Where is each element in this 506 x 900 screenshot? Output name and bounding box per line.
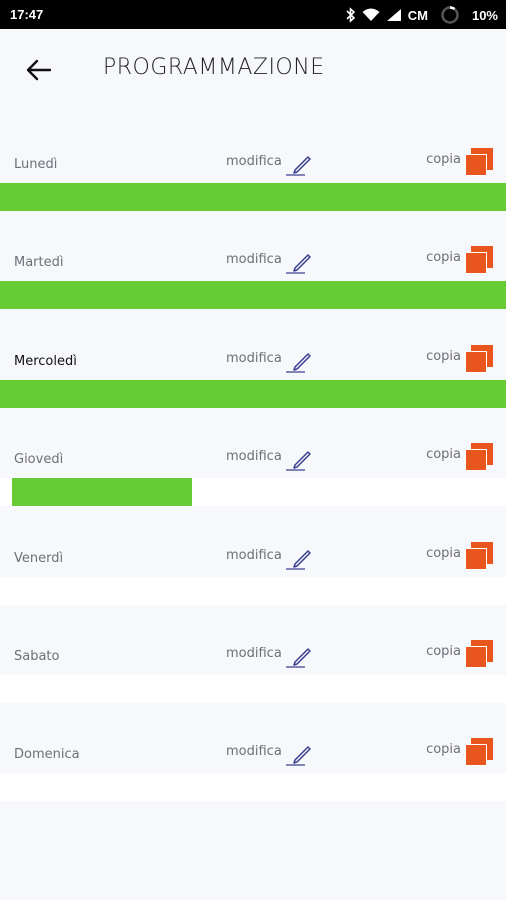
copy-button[interactable]: copia [426, 244, 494, 276]
day-row: Domenica modifica copia [0, 723, 506, 821]
status-time: 17:47 [10, 7, 44, 22]
copy-label: copia [426, 151, 461, 167]
battery-percent: 10% [471, 7, 498, 23]
copy-button[interactable]: copia [426, 441, 494, 473]
edit-label: modifica [226, 154, 282, 169]
edit-button[interactable]: modifica [226, 547, 314, 571]
schedule-track[interactable] [0, 675, 506, 703]
copy-button[interactable]: copia [426, 736, 494, 768]
copy-label: copia [426, 249, 461, 265]
schedule-bar [0, 183, 506, 211]
day-row: Sabato modifica copia [0, 625, 506, 723]
pencil-icon [285, 648, 311, 668]
day-name: Giovedì [14, 452, 64, 467]
edit-label: modifica [226, 646, 282, 661]
schedule-bar [0, 281, 506, 309]
schedule-track[interactable] [0, 183, 506, 211]
copy-button[interactable]: copia [426, 540, 494, 572]
day-row: Lunedì modifica copia [0, 133, 506, 231]
copy-label: copia [426, 643, 461, 659]
wifi-icon [362, 8, 380, 22]
copy-label: copia [426, 545, 461, 561]
schedule-track[interactable] [0, 478, 506, 506]
copy-button[interactable]: copia [426, 146, 494, 178]
day-row: Giovedì modifica copia [0, 428, 506, 526]
back-button[interactable] [24, 55, 54, 85]
day-name: Mercoledì [14, 354, 77, 369]
day-name: Sabato [14, 649, 60, 664]
edit-button[interactable]: modifica [226, 251, 314, 275]
pencil-icon [285, 156, 311, 176]
copy-label: copia [426, 446, 461, 462]
day-name: Venerdì [14, 551, 64, 566]
bluetooth-icon [346, 7, 356, 23]
day-row: Martedì modifica copia [0, 231, 506, 329]
schedule-track[interactable] [0, 281, 506, 309]
day-row: Venerdì modifica copia [0, 527, 506, 625]
pencil-icon [285, 746, 311, 766]
day-name: Lunedì [14, 157, 58, 172]
edit-label: modifica [226, 351, 282, 366]
edit-label: modifica [226, 252, 282, 267]
day-name: Martedì [14, 255, 64, 270]
arrow-left-icon [26, 59, 52, 81]
pencil-icon [285, 254, 311, 274]
day-row: Mercoledì modifica copia [0, 330, 506, 428]
copy-icon [465, 738, 493, 766]
copy-button[interactable]: copia [426, 638, 494, 670]
schedule-track[interactable] [0, 577, 506, 605]
copy-icon [465, 246, 493, 274]
status-icons: CM 10% [346, 5, 498, 25]
pencil-icon [285, 353, 311, 373]
schedule-track[interactable] [0, 773, 506, 801]
battery-ring-icon [440, 5, 460, 25]
carrier-label: CM [407, 7, 428, 23]
signal-icon [386, 8, 402, 22]
app-bar: PROGRAMMAZIONE [0, 29, 506, 109]
copy-label: copia [426, 741, 461, 757]
page-title: PROGRAMMAZIONE [103, 55, 325, 80]
schedule-bar [12, 478, 192, 506]
edit-button[interactable]: modifica [226, 743, 314, 767]
status-bar: 17:47 CM 10% [0, 0, 506, 29]
edit-button[interactable]: modifica [226, 448, 314, 472]
pencil-icon [285, 550, 311, 570]
edit-button[interactable]: modifica [226, 350, 314, 374]
copy-label: copia [426, 348, 461, 364]
copy-icon [465, 542, 493, 570]
pencil-icon [285, 451, 311, 471]
schedule-track[interactable] [0, 380, 506, 408]
copy-icon [465, 443, 493, 471]
day-name: Domenica [14, 747, 80, 762]
edit-label: modifica [226, 548, 282, 563]
edit-label: modifica [226, 744, 282, 759]
schedule-bar [0, 380, 506, 408]
copy-button[interactable]: copia [426, 343, 494, 375]
edit-label: modifica [226, 449, 282, 464]
copy-icon [465, 345, 493, 373]
copy-icon [465, 640, 493, 668]
edit-button[interactable]: modifica [226, 645, 314, 669]
edit-button[interactable]: modifica [226, 153, 314, 177]
copy-icon [465, 148, 493, 176]
